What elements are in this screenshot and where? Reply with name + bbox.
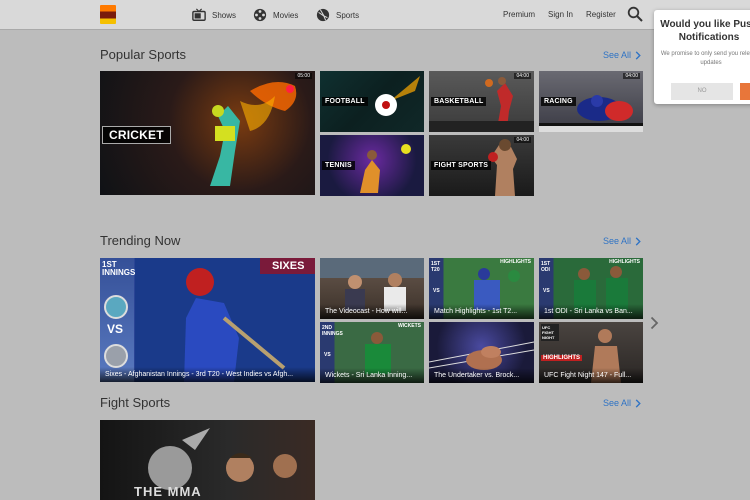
nav-shows-label: Shows (212, 10, 237, 20)
popular-tile-fight-sports[interactable]: 04:00 FIGHT SPORTS (429, 135, 534, 196)
sign-in-link[interactable]: Sign In (548, 10, 573, 19)
tile-label: RACING (541, 97, 576, 106)
trending-tile-match-highlights[interactable]: 1ST T20 VS HIGHLIGHTS Match Highlights -… (429, 258, 534, 319)
nav-sports-label: Sports (336, 10, 360, 20)
popular-tile-football[interactable]: FOOTBALL (320, 71, 424, 132)
vs-label: VS (433, 288, 440, 294)
push-no-button[interactable]: NO (671, 83, 733, 100)
innings-tag: 2ND INNINGS (322, 325, 343, 337)
popular-tile-racing[interactable]: 04:00 RACING (539, 71, 643, 132)
match-tag: 1ST T20 (431, 261, 441, 273)
tile-label: FOOTBALL (322, 97, 368, 106)
duration-badge: 05:00 (295, 73, 312, 79)
see-all-fight[interactable]: See All (603, 398, 641, 408)
tile-label: BASKETBALL (431, 97, 487, 106)
duration-badge: 04:00 (623, 73, 640, 79)
tile-caption: Sixes - Afghanistan Innings - 3rd T20 - … (100, 367, 315, 382)
push-title: Would you like Push Notifications (660, 19, 750, 43)
football-icon (316, 8, 330, 22)
tile-caption: UFC Fight Night 147 - Full... (539, 368, 643, 383)
section-title-trending: Trending Now (100, 233, 181, 248)
vs-label: VS (107, 322, 124, 336)
mma-fighters-art (148, 428, 297, 490)
chevron-right-icon (635, 50, 641, 60)
tile-caption: Match Highlights - 1st T2... (429, 304, 534, 319)
tile-caption: Wickets - Sri Lanka Inning... (320, 368, 424, 383)
tile-caption: The Videocast - How will... (320, 304, 424, 319)
duration-badge: 04:00 (514, 137, 531, 143)
nav-movies-label: Movies (273, 10, 299, 20)
vs-label: VS (324, 352, 331, 358)
trending-tile-sixes[interactable]: 1ST INNINGS VS SIXES Sixes - Afghanistan… (100, 258, 315, 382)
see-all-trending[interactable]: See All (603, 236, 641, 246)
popular-tile-basketball[interactable]: 04:00 BASKETBALL (429, 71, 534, 132)
trending-tile-1st-odi[interactable]: 1ST ODI VS HIGHLIGHTS 1st ODI - Sri Lank… (539, 258, 643, 319)
nav-shows[interactable]: Shows (192, 7, 236, 23)
register-link[interactable]: Register (586, 10, 616, 19)
innings-tag: 1ST INNINGS (102, 260, 136, 277)
team-crest-west-indies (104, 295, 128, 319)
push-body: We promise to only send you relevant upd… (660, 51, 750, 66)
see-all-label: See All (603, 398, 632, 408)
mma-logo-text: THE MMA (134, 484, 202, 499)
see-all-label: See All (603, 50, 632, 60)
popular-tile-cricket[interactable]: 05:00 CRICKET (100, 71, 315, 195)
nav-sports[interactable]: Sports (316, 7, 359, 23)
tile-label: TENNIS (322, 161, 355, 170)
popular-tile-tennis[interactable]: TENNIS (320, 135, 424, 196)
tile-caption: 1st ODI - Sri Lanka vs Ban... (539, 304, 643, 319)
trending-tile-videocast[interactable]: The Videocast - How will... (320, 258, 424, 319)
chevron-right-icon (635, 398, 641, 408)
fight-tile-the-mma[interactable]: THE MMA (100, 420, 315, 500)
duration-badge: 04:00 (514, 73, 531, 79)
vs-label: VS (543, 288, 550, 294)
film-reel-icon (253, 8, 267, 22)
trending-tile-wickets[interactable]: 2ND INNINGS VS WICKETS Wickets - Sri Lan… (320, 322, 424, 383)
carousel-next-icon[interactable] (650, 316, 659, 330)
see-all-popular[interactable]: See All (603, 50, 641, 60)
brand-logo[interactable] (100, 5, 116, 24)
search-icon[interactable] (627, 6, 643, 22)
see-all-label: See All (603, 236, 632, 246)
tv-icon (192, 8, 206, 21)
trending-tile-ufc-fight-night[interactable]: UFC FIGHT NIGHT HIGHLIGHTS UFC Fight Nig… (539, 322, 643, 383)
section-title-popular: Popular Sports (100, 47, 186, 62)
top-nav-bar: Shows Movies Sports Premium Sign In Regi… (0, 0, 750, 30)
tile-label: FIGHT SPORTS (431, 161, 492, 170)
batsman-art (184, 268, 286, 382)
chevron-right-icon (635, 236, 641, 246)
tile-caption: The Undertaker vs. Brock... (429, 368, 534, 383)
section-title-fight: Fight Sports (100, 395, 171, 410)
nav-movies[interactable]: Movies (253, 7, 298, 23)
push-notification-prompt: Would you like Push Notifications We pro… (654, 10, 750, 104)
trending-tile-undertaker[interactable]: The Undertaker vs. Brock... (429, 322, 534, 383)
team-crest-afghanistan (104, 344, 128, 368)
tile-label: CRICKET (102, 126, 171, 144)
push-allow-button[interactable] (740, 83, 750, 100)
match-tag: 1ST ODI (541, 261, 551, 273)
premium-link[interactable]: Premium (503, 10, 535, 19)
